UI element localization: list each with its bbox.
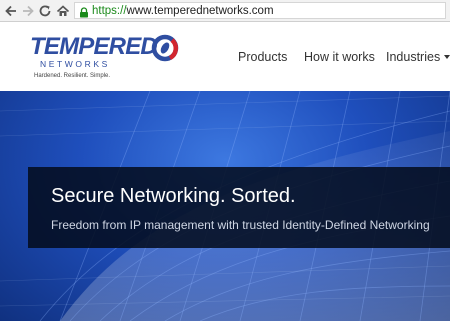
logo-subword: NETWORKS (40, 59, 110, 69)
nav-products[interactable]: Products (238, 50, 287, 64)
lock-icon (79, 5, 89, 23)
nav-industries-label: Industries (386, 50, 441, 64)
nav-how-it-works[interactable]: How it works (304, 50, 375, 64)
url-domain: www.temperednetworks.com (126, 5, 274, 17)
url-text: https://www.temperednetworks.com (92, 4, 274, 18)
home-icon[interactable] (55, 3, 71, 19)
nav-industries[interactable]: Industries (386, 50, 450, 64)
logo-wordmark: TEMPERED (30, 33, 158, 60)
hero-title: Secure Networking. Sorted. (51, 185, 296, 207)
hero-section: Secure Networking. Sorted. Freedom from … (0, 91, 450, 321)
forward-arrow-icon[interactable] (20, 3, 36, 19)
browser-toolbar: https://www.temperednetworks.com (0, 0, 450, 22)
tempered-networks-logo[interactable]: TEMPERED NETWORKS Hardened. Resilient. S… (30, 34, 190, 84)
hero-subtitle: Freedom from IP management with trusted … (51, 218, 430, 232)
back-arrow-icon[interactable] (3, 3, 19, 19)
logo-tagline: Hardened. Resilient. Simple. (34, 73, 111, 79)
url-protocol: https:// (92, 5, 127, 17)
address-bar[interactable]: https://www.temperednetworks.com (74, 2, 446, 19)
logo-ring-icon (150, 34, 180, 67)
chevron-down-icon (444, 55, 450, 59)
site-header: TEMPERED NETWORKS Hardened. Resilient. S… (0, 22, 450, 91)
reload-icon[interactable] (37, 3, 53, 19)
hero-banner: Secure Networking. Sorted. Freedom from … (28, 167, 450, 248)
